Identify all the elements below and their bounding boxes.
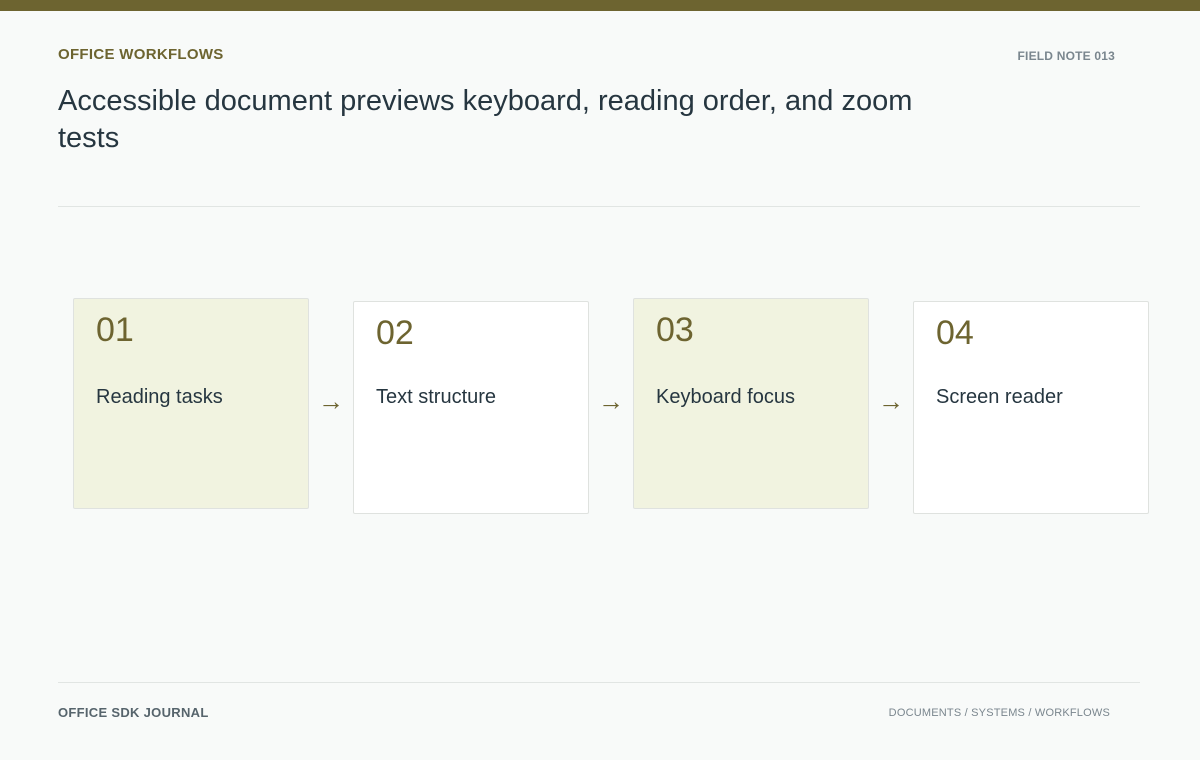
top-accent-bar bbox=[0, 0, 1200, 11]
step-label: Text structure bbox=[376, 386, 497, 408]
header-divider bbox=[58, 206, 1140, 207]
field-note-label: FIELD NOTE 013 bbox=[1017, 49, 1115, 63]
step-card-keyboard-focus: 03 Keyboard focus bbox=[633, 298, 869, 509]
footer-categories: DOCUMENTS / SYSTEMS / WORKFLOWS bbox=[888, 707, 1110, 719]
arrow-right-icon: → bbox=[318, 386, 344, 416]
footer-divider bbox=[58, 682, 1140, 683]
step-number: 01 bbox=[96, 311, 134, 349]
step-label: Screen reader bbox=[936, 386, 1063, 408]
step-number: 04 bbox=[936, 314, 974, 352]
step-number: 02 bbox=[376, 314, 414, 352]
arrow-right-icon: → bbox=[878, 386, 904, 416]
step-card-text-structure: 02 Text structure bbox=[353, 301, 589, 514]
step-card-screen-reader: 04 Screen reader bbox=[913, 301, 1149, 514]
footer-brand: OFFICE SDK JOURNAL bbox=[58, 705, 209, 720]
arrow-right-icon: → bbox=[598, 386, 624, 416]
step-label: Reading tasks bbox=[96, 386, 223, 408]
step-label: Keyboard focus bbox=[656, 386, 795, 408]
step-number: 03 bbox=[656, 311, 694, 349]
section-eyebrow: OFFICE WORKFLOWS bbox=[58, 46, 224, 63]
step-card-reading-tasks: 01 Reading tasks bbox=[73, 298, 309, 509]
page-title: Accessible document previews keyboard, r… bbox=[58, 85, 913, 154]
